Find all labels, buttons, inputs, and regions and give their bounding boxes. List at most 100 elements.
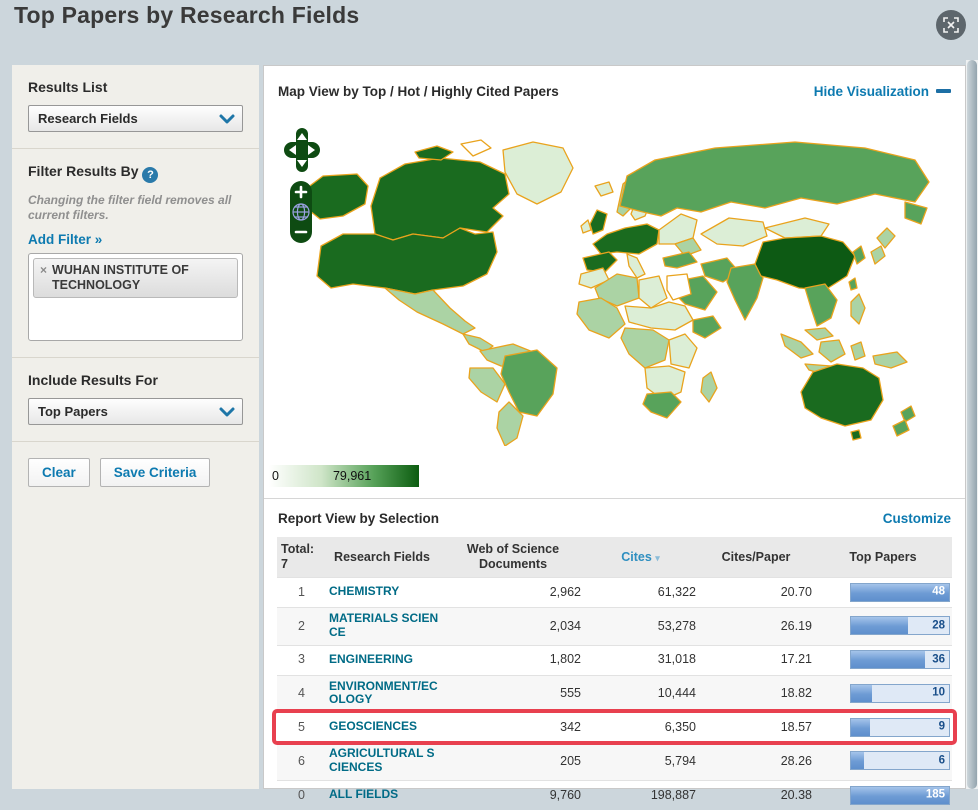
table-header-row: Total: 7 Research Fields Web of Science … <box>277 537 952 578</box>
top-papers-bar-value: 10 <box>932 687 945 700</box>
sort-descending-icon: ▾ <box>655 553 660 563</box>
report-header: Report View by Selection Customize <box>264 498 965 537</box>
top-papers-cell: 9 <box>814 713 952 743</box>
column-header-top-papers[interactable]: Top Papers <box>814 537 952 578</box>
top-papers-bar-value: 6 <box>939 754 945 767</box>
row-rank: 1 <box>277 578 321 608</box>
cites-value: 53,278 <box>583 608 698 646</box>
filter-results-heading: Filter Results By? <box>28 163 243 183</box>
total-label: Total: <box>281 542 317 557</box>
page-title: Top Papers by Research Fields <box>14 2 359 29</box>
wos-documents-value: 2,962 <box>443 578 583 608</box>
hide-visualization-link[interactable]: Hide Visualization <box>814 84 951 99</box>
cites-per-paper-value: 28.26 <box>698 743 814 781</box>
choropleth-map-svg <box>265 116 964 446</box>
table-row: 3 ENGINEERING 1,802 31,018 17.21 36 <box>277 645 952 675</box>
column-header-cites-per-paper[interactable]: Cites/Paper <box>698 537 814 578</box>
fullscreen-icon <box>943 17 959 33</box>
cites-per-paper-value: 18.82 <box>698 675 814 713</box>
cites-value: 31,018 <box>583 645 698 675</box>
map-zoom-control[interactable] <box>289 180 313 244</box>
map-pan-control[interactable] <box>282 126 322 174</box>
report-view-title: Report View by Selection <box>278 511 439 526</box>
include-results-selected-value: Top Papers <box>38 404 108 419</box>
research-field-link[interactable]: ALL FIELDS <box>321 780 443 810</box>
top-papers-cell: 6 <box>814 743 952 781</box>
world-map[interactable] <box>265 116 964 461</box>
top-papers-bar[interactable]: 48 <box>850 583 950 602</box>
results-list-heading: Results List <box>28 79 243 95</box>
total-value: 7 <box>281 557 317 572</box>
table-row: 2 MATERIALS SCIENCE 2,034 53,278 26.19 2… <box>277 608 952 646</box>
table-row: 1 CHEMISTRY 2,962 61,322 20.70 48 <box>277 578 952 608</box>
results-list-selected-value: Research Fields <box>38 111 138 126</box>
top-papers-bar[interactable]: 28 <box>850 616 950 635</box>
legend-min-value: 0 <box>269 469 279 483</box>
report-table: Total: 7 Research Fields Web of Science … <box>277 537 952 810</box>
row-rank: 5 <box>277 713 321 743</box>
table-row: 5 GEOSCIENCES 342 6,350 18.57 9 <box>277 713 952 743</box>
research-field-link[interactable]: CHEMISTRY <box>321 578 443 608</box>
research-field-link[interactable]: AGRICULTURAL SCIENCES <box>321 743 443 781</box>
customize-link[interactable]: Customize <box>883 511 951 526</box>
filter-box[interactable]: × WUHAN INSTITUTE OF TECHNOLOGY <box>28 253 243 341</box>
hide-visualization-label: Hide Visualization <box>814 84 929 99</box>
scrollbar-thumb[interactable] <box>967 60 977 789</box>
top-papers-bar[interactable]: 6 <box>850 751 950 770</box>
save-criteria-button[interactable]: Save Criteria <box>100 458 211 487</box>
column-header-wos-documents[interactable]: Web of Science Documents <box>443 537 583 578</box>
clear-button[interactable]: Clear <box>28 458 90 487</box>
cites-value: 10,444 <box>583 675 698 713</box>
legend-max-value: 79,961 <box>333 469 371 483</box>
column-header-cites[interactable]: Cites ▾ <box>583 537 698 578</box>
report-table-body: 1 CHEMISTRY 2,962 61,322 20.70 48 2 MATE… <box>277 578 952 810</box>
top-papers-bar-value: 48 <box>932 585 945 598</box>
remove-filter-icon[interactable]: × <box>40 263 47 277</box>
filter-chip[interactable]: × WUHAN INSTITUTE OF TECHNOLOGY <box>33 258 238 298</box>
help-icon[interactable]: ? <box>142 167 158 183</box>
research-field-link[interactable]: ENVIRONMENT/ECOLOGY <box>321 675 443 713</box>
chevron-down-icon <box>218 112 236 126</box>
map-view-title: Map View by Top / Hot / Highly Cited Pap… <box>278 84 559 99</box>
cites-per-paper-value: 20.70 <box>698 578 814 608</box>
wos-documents-value: 555 <box>443 675 583 713</box>
results-list-select[interactable]: Research Fields <box>28 105 243 132</box>
top-papers-cell: 10 <box>814 675 952 713</box>
top-papers-bar-fill <box>851 752 864 769</box>
top-papers-bar-fill <box>851 617 908 634</box>
wos-documents-value: 2,034 <box>443 608 583 646</box>
wos-documents-value: 205 <box>443 743 583 781</box>
wos-documents-value: 9,760 <box>443 780 583 810</box>
top-papers-bar[interactable]: 10 <box>850 684 950 703</box>
cites-value: 198,887 <box>583 780 698 810</box>
top-papers-bar-value: 28 <box>932 619 945 632</box>
research-field-link[interactable]: MATERIALS SCIENCE <box>321 608 443 646</box>
report-table-container: Total: 7 Research Fields Web of Science … <box>264 537 965 810</box>
top-papers-bar[interactable]: 185 <box>850 786 950 805</box>
research-field-link[interactable]: GEOSCIENCES <box>321 713 443 743</box>
table-row: 4 ENVIRONMENT/ECOLOGY 555 10,444 18.82 1… <box>277 675 952 713</box>
top-papers-cell: 28 <box>814 608 952 646</box>
column-header-research-fields[interactable]: Research Fields <box>321 537 443 578</box>
chevron-down-icon <box>218 405 236 419</box>
include-results-select[interactable]: Top Papers <box>28 398 243 425</box>
row-rank: 2 <box>277 608 321 646</box>
fullscreen-button[interactable] <box>936 10 966 40</box>
filter-results-label: Filter Results By <box>28 163 138 179</box>
row-rank: 4 <box>277 675 321 713</box>
sidebar: Results List Research Fields Filter Resu… <box>12 65 259 789</box>
cites-per-paper-value: 20.38 <box>698 780 814 810</box>
research-field-link[interactable]: ENGINEERING <box>321 645 443 675</box>
add-filter-link[interactable]: Add Filter » <box>28 232 102 247</box>
top-papers-bar-value: 36 <box>932 653 945 666</box>
table-row: 0 ALL FIELDS 9,760 198,887 20.38 185 <box>277 780 952 810</box>
vertical-scrollbar[interactable] <box>966 60 978 789</box>
cites-value: 61,322 <box>583 578 698 608</box>
top-papers-bar-value: 185 <box>926 788 945 801</box>
minus-icon <box>936 89 951 93</box>
row-rank: 3 <box>277 645 321 675</box>
wos-documents-value: 342 <box>443 713 583 743</box>
row-rank: 0 <box>277 780 321 810</box>
top-papers-bar[interactable]: 9 <box>850 718 950 737</box>
top-papers-bar[interactable]: 36 <box>850 650 950 669</box>
